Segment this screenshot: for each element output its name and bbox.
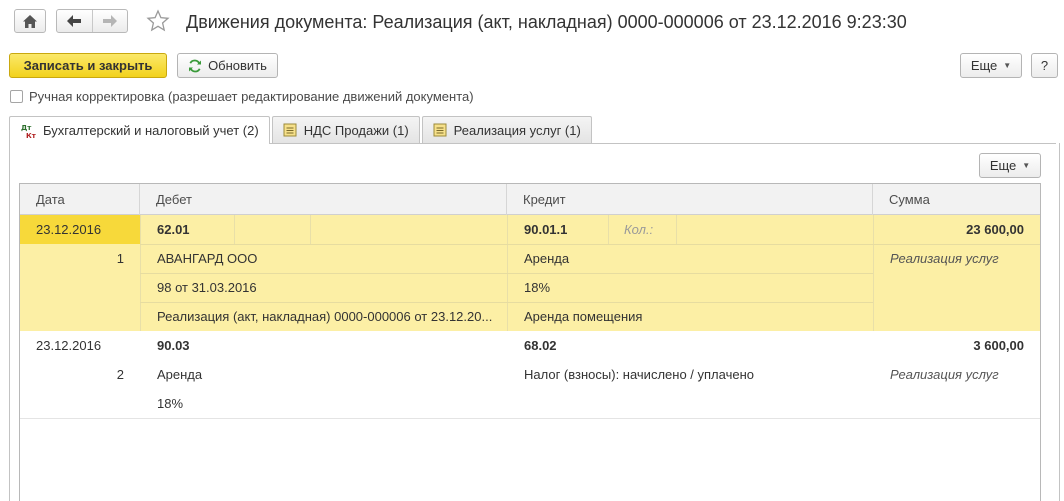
table-row[interactable]: 23.12.2016 62.01 90.01.1 Кол.: 23 600,00… bbox=[20, 215, 1040, 331]
column-divider bbox=[873, 215, 874, 331]
tab-accounting[interactable]: Дт Кт Бухгалтерский и налоговый учет (2) bbox=[9, 116, 270, 144]
credit-subconto-3: Аренда помещения bbox=[524, 309, 643, 324]
debit-account: 62.01 bbox=[157, 222, 190, 237]
tab-services-sales[interactable]: Реализация услуг (1) bbox=[421, 116, 592, 143]
chevron-down-icon: ▼ bbox=[1022, 161, 1031, 170]
save-and-close-label: Записать и закрыть bbox=[23, 58, 153, 73]
column-divider bbox=[676, 215, 677, 244]
debit-subconto-2: 98 от 31.03.2016 bbox=[157, 280, 257, 295]
column-header-debit[interactable]: Дебет bbox=[140, 184, 507, 215]
row-divider bbox=[20, 418, 1040, 419]
help-label: ? bbox=[1040, 58, 1049, 73]
record-amount: 23 600,00 bbox=[966, 222, 1024, 237]
credit-subconto-2: 18% bbox=[524, 280, 551, 295]
tab-vat-sales[interactable]: НДС Продажи (1) bbox=[271, 116, 420, 143]
record-content: Реализация услуг bbox=[890, 367, 999, 382]
svg-text:Дт: Дт bbox=[21, 124, 32, 132]
refresh-icon bbox=[189, 59, 202, 72]
column-divider bbox=[310, 215, 311, 244]
tab-vat-sales-label: НДС Продажи (1) bbox=[303, 122, 409, 138]
register-tabs: Дт Кт Бухгалтерский и налоговый учет (2)… bbox=[9, 116, 594, 144]
accounting-dt-kt-icon: Дт Кт bbox=[21, 124, 36, 139]
column-divider bbox=[608, 215, 609, 244]
record-number: 2 bbox=[116, 367, 124, 382]
save-and-close-button[interactable]: Записать и закрыть bbox=[9, 53, 167, 78]
refresh-label: Обновить bbox=[208, 58, 267, 73]
register-icon bbox=[433, 123, 447, 137]
refresh-button[interactable]: Обновить bbox=[177, 53, 278, 78]
more-menu-label: Еще bbox=[970, 58, 998, 73]
movements-grid: Дата Дебет Кредит Сумма 23.12.2016 62.01… bbox=[19, 183, 1041, 501]
arrow-right-icon bbox=[102, 15, 117, 27]
column-header-credit[interactable]: Кредит bbox=[507, 184, 873, 215]
grid-header: Дата Дебет Кредит Сумма bbox=[20, 184, 1040, 215]
debit-subconto-3: Реализация (акт, накладная) 0000-000006 … bbox=[157, 309, 493, 324]
credit-account: 68.02 bbox=[524, 338, 557, 353]
table-row[interactable]: 23.12.2016 90.03 68.02 3 600,00 2 Аренда… bbox=[20, 331, 1040, 419]
debit-account: 90.03 bbox=[157, 338, 190, 353]
record-date: 23.12.2016 bbox=[36, 338, 102, 353]
chevron-down-icon: ▼ bbox=[1003, 61, 1012, 70]
debit-subconto-2: 18% bbox=[157, 396, 184, 411]
credit-account: 90.01.1 bbox=[524, 222, 568, 237]
grid-more-menu-button[interactable]: Еще ▼ bbox=[979, 153, 1041, 178]
help-button[interactable]: ? bbox=[1031, 53, 1058, 78]
window-title: Движения документа: Реализация (акт, нак… bbox=[186, 12, 907, 32]
title-bar: Движения документа: Реализация (акт, нак… bbox=[0, 0, 1064, 46]
tab-services-sales-label: Реализация услуг (1) bbox=[453, 122, 581, 138]
more-menu-button[interactable]: Еще ▼ bbox=[960, 53, 1022, 78]
credit-subconto-1: Налог (взносы): начислено / уплачено bbox=[524, 367, 754, 382]
back-button[interactable] bbox=[57, 10, 92, 32]
column-header-amount[interactable]: Сумма bbox=[873, 184, 1040, 215]
svg-text:Кт: Кт bbox=[26, 132, 36, 139]
home-icon bbox=[23, 14, 37, 28]
debit-subconto-1: АВАНГАРД ООО bbox=[157, 251, 258, 266]
grid-more-menu-label: Еще bbox=[989, 158, 1017, 173]
register-icon bbox=[283, 123, 297, 137]
credit-subconto-1: Аренда bbox=[524, 251, 570, 266]
favorite-star-button[interactable] bbox=[146, 9, 170, 33]
debit-subconto-1: Аренда bbox=[157, 367, 203, 382]
manual-edit-row: Ручная корректировка (разрешает редактир… bbox=[10, 89, 474, 104]
record-content: Реализация услуг bbox=[890, 251, 999, 266]
home-button[interactable] bbox=[14, 9, 46, 33]
forward-button[interactable] bbox=[91, 10, 128, 32]
column-divider bbox=[234, 215, 235, 244]
manual-edit-checkbox[interactable] bbox=[10, 90, 23, 103]
star-icon bbox=[146, 9, 170, 32]
record-date: 23.12.2016 bbox=[36, 222, 102, 237]
navigation-buttons bbox=[56, 9, 128, 33]
credit-quantity-label: Кол.: bbox=[624, 222, 654, 237]
record-number: 1 bbox=[116, 251, 124, 266]
record-amount: 3 600,00 bbox=[973, 338, 1024, 353]
tab-accounting-label: Бухгалтерский и налоговый учет (2) bbox=[43, 123, 259, 138]
column-header-date[interactable]: Дата bbox=[20, 184, 140, 215]
manual-edit-label[interactable]: Ручная корректировка (разрешает редактир… bbox=[29, 89, 474, 104]
arrow-left-icon bbox=[67, 15, 82, 27]
